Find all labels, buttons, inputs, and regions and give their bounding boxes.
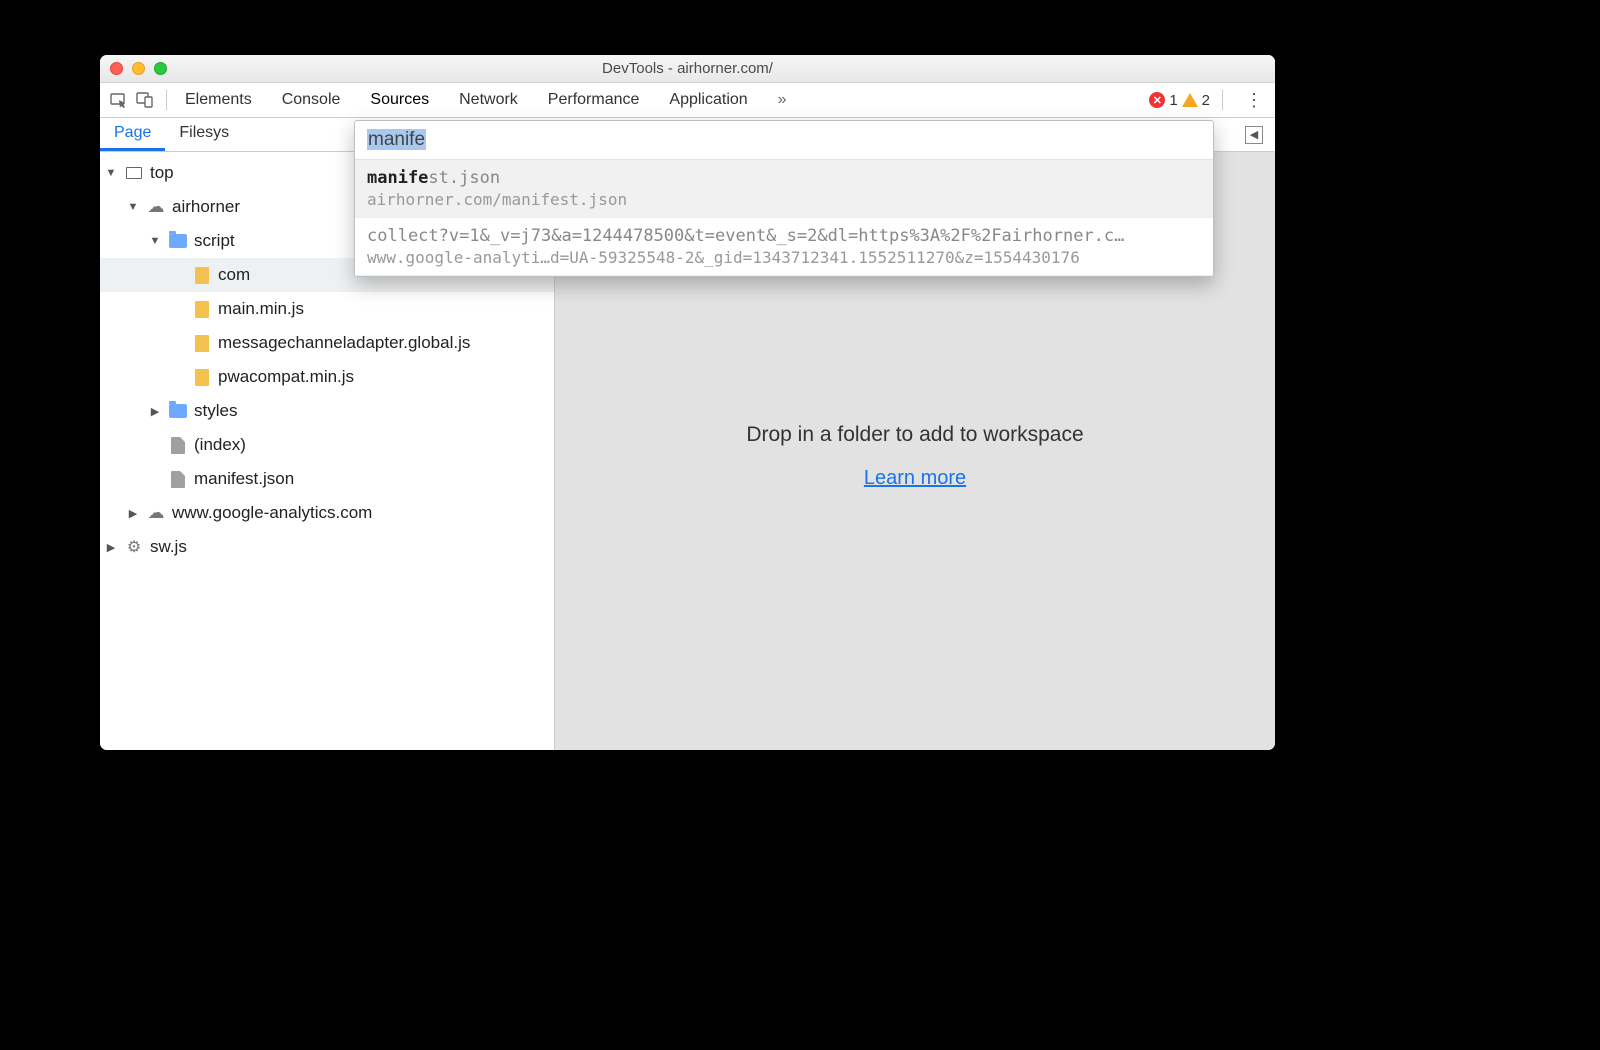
tree-label: pwacompat.min.js xyxy=(218,367,354,387)
tree-file[interactable]: pwacompat.min.js xyxy=(100,360,554,394)
subtab-page[interactable]: Page xyxy=(100,118,165,151)
result-path: www.google-analyti…d=UA-59325548-2&_gid=… xyxy=(367,248,1201,267)
inspect-element-icon[interactable] xyxy=(106,91,132,109)
panel-tabs: Elements Console Sources Network Perform… xyxy=(185,91,1149,109)
tree-label: messagechanneladapter.global.js xyxy=(218,333,470,353)
folder-icon xyxy=(168,234,188,248)
tree-label: airhorner xyxy=(172,197,240,217)
devtools-window: DevTools - airhorner.com/ Elements Conso… xyxy=(100,55,1275,750)
error-count[interactable]: 1 xyxy=(1169,92,1177,109)
tree-label: styles xyxy=(194,401,237,421)
file-icon xyxy=(168,471,188,488)
main-toolbar: Elements Console Sources Network Perform… xyxy=(100,83,1275,118)
quick-open-dialog: manife manifest.json airhorner.com/manif… xyxy=(354,120,1214,277)
disclosure-triangle-icon[interactable]: ▼ xyxy=(104,167,118,179)
file-icon xyxy=(168,437,188,454)
result-path: airhorner.com/manifest.json xyxy=(367,190,1201,209)
js-file-icon xyxy=(192,369,212,386)
tree-label: main.min.js xyxy=(218,299,304,319)
tree-label: manifest.json xyxy=(194,469,294,489)
tab-console[interactable]: Console xyxy=(282,91,341,109)
disclosure-triangle-icon[interactable]: ▶ xyxy=(126,507,140,520)
disclosure-triangle-icon[interactable]: ▶ xyxy=(148,405,162,418)
tree-label: script xyxy=(194,231,235,251)
collapse-sidebar-icon[interactable]: ◀ xyxy=(1245,126,1263,144)
js-file-icon xyxy=(192,267,212,284)
tab-application[interactable]: Application xyxy=(669,91,747,109)
error-icon[interactable]: ✕ xyxy=(1149,92,1165,108)
tab-elements[interactable]: Elements xyxy=(185,91,252,109)
device-toolbar-icon[interactable] xyxy=(132,91,158,109)
warning-count[interactable]: 2 xyxy=(1202,92,1210,109)
tree-file[interactable]: main.min.js xyxy=(100,292,554,326)
tree-service-worker[interactable]: ▶ ⚙ sw.js xyxy=(100,530,554,564)
workspace-message: Drop in a folder to add to workspace xyxy=(746,423,1083,447)
tree-label: (index) xyxy=(194,435,246,455)
tree-domain-ga[interactable]: ▶ ☁ www.google-analytics.com xyxy=(100,496,554,530)
frame-icon xyxy=(124,167,144,179)
toolbar-separator xyxy=(166,90,167,110)
result-filename: collect?v=1&_v=j73&a=1244478500&t=event&… xyxy=(367,226,1201,246)
settings-menu-icon[interactable]: ⋮ xyxy=(1245,90,1263,111)
tree-label: www.google-analytics.com xyxy=(172,503,372,523)
disclosure-triangle-icon[interactable]: ▶ xyxy=(104,541,118,554)
folder-icon xyxy=(168,404,188,418)
quick-open-query: manife xyxy=(367,129,426,150)
disclosure-triangle-icon[interactable]: ▼ xyxy=(148,235,162,247)
js-file-icon xyxy=(192,335,212,352)
tree-file-manifest[interactable]: manifest.json xyxy=(100,462,554,496)
cloud-icon: ☁ xyxy=(146,503,166,523)
tree-label: top xyxy=(150,163,174,183)
tree-file[interactable]: messagechanneladapter.global.js xyxy=(100,326,554,360)
js-file-icon xyxy=(192,301,212,318)
tree-folder-styles[interactable]: ▶ styles xyxy=(100,394,554,428)
tree-label: sw.js xyxy=(150,537,187,557)
result-filename: manifest.json xyxy=(367,168,1201,188)
toolbar-status: ✕ 1 2 ⋮ xyxy=(1149,90,1263,111)
more-tabs-icon[interactable]: » xyxy=(778,91,787,109)
navigator-tabs: Page Filesys xyxy=(100,118,243,151)
gear-icon: ⚙ xyxy=(124,537,144,557)
tab-sources[interactable]: Sources xyxy=(370,91,429,109)
titlebar: DevTools - airhorner.com/ xyxy=(100,55,1275,83)
tab-performance[interactable]: Performance xyxy=(548,91,640,109)
quick-open-input[interactable]: manife xyxy=(355,121,1213,160)
subtab-filesystem[interactable]: Filesys xyxy=(165,118,243,151)
learn-more-link[interactable]: Learn more xyxy=(864,467,966,490)
cloud-icon: ☁ xyxy=(146,197,166,217)
quick-open-result[interactable]: collect?v=1&_v=j73&a=1244478500&t=event&… xyxy=(355,218,1213,276)
tree-label: com xyxy=(218,265,250,285)
tree-file-index[interactable]: (index) xyxy=(100,428,554,462)
warning-icon[interactable] xyxy=(1182,93,1198,107)
tab-network[interactable]: Network xyxy=(459,91,518,109)
toolbar-separator xyxy=(1222,90,1223,110)
disclosure-triangle-icon[interactable]: ▼ xyxy=(126,201,140,213)
quick-open-result[interactable]: manifest.json airhorner.com/manifest.jso… xyxy=(355,160,1213,218)
window-title: DevTools - airhorner.com/ xyxy=(100,60,1275,77)
